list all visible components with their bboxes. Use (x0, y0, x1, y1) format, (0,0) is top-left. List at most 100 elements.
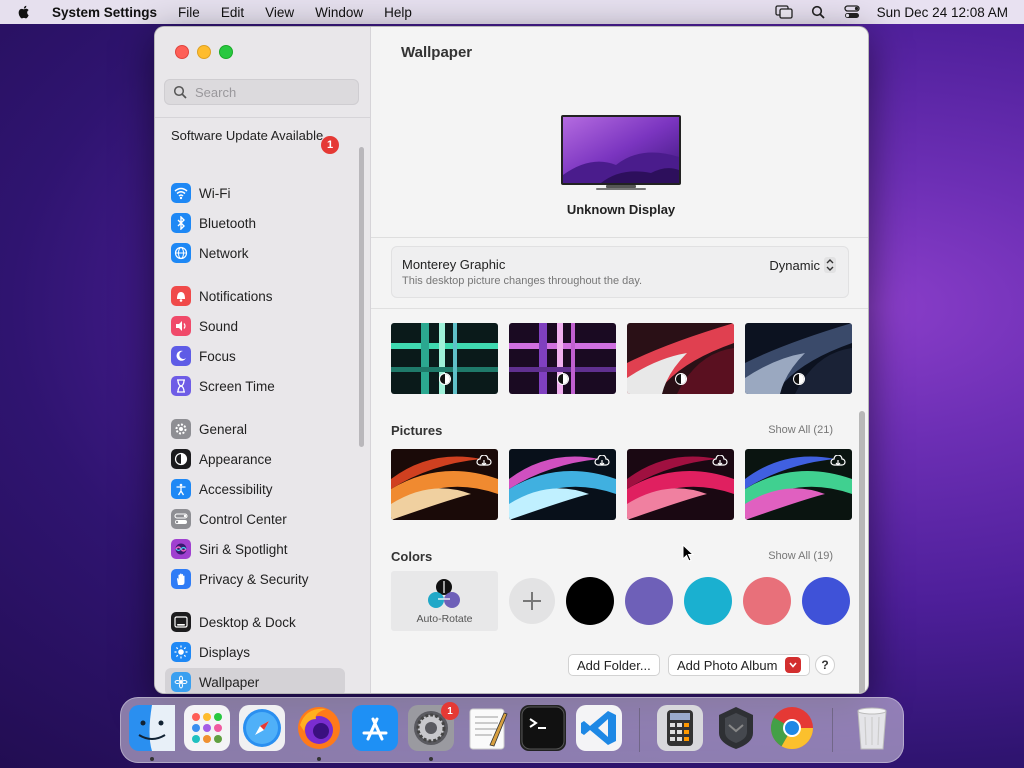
sidebar-item-label: Control Center (199, 511, 287, 527)
sidebar-scrollbar[interactable] (359, 147, 364, 447)
apple-icon[interactable] (16, 4, 32, 20)
add-color-button[interactable] (509, 578, 555, 624)
menu-view[interactable]: View (265, 5, 294, 20)
pictures-row (391, 449, 852, 520)
sidebar-item-wallpaper[interactable]: Wallpaper (165, 668, 345, 693)
zoom-button[interactable] (219, 45, 233, 59)
sidebar-item-label: Privacy & Security (199, 571, 309, 587)
control-center-icon[interactable] (843, 4, 861, 20)
wallpaper-mode-value: Dynamic (769, 257, 820, 273)
chrome-icon[interactable] (769, 705, 815, 751)
dock-divider (832, 708, 833, 752)
download-cloud-icon[interactable] (594, 455, 610, 467)
close-button[interactable] (175, 45, 189, 59)
spotlight-search-icon[interactable] (809, 4, 827, 20)
sidebar-item-label: Notifications (199, 288, 273, 304)
screen-mirroring-icon[interactable] (775, 4, 793, 20)
sun-icon (171, 642, 191, 662)
privacy-app-icon[interactable] (713, 705, 759, 751)
sidebar-item-label: Displays (199, 644, 251, 660)
sidebar-item-bluetooth[interactable]: Bluetooth (165, 209, 345, 237)
colors-section-title: Colors (391, 549, 433, 564)
firefox-icon[interactable] (296, 705, 342, 751)
add-folder-button[interactable]: Add Folder... (568, 654, 660, 676)
auto-rotate-label: Auto-Rotate (416, 613, 473, 625)
sidebar-item-focus[interactable]: Focus (165, 342, 345, 370)
menu-window[interactable]: Window (315, 5, 363, 20)
menu-edit[interactable]: Edit (221, 5, 244, 20)
dynamic-icon (557, 373, 569, 385)
dynamic-icon (439, 373, 451, 385)
pictures-show-all-button[interactable]: Show All (21) (768, 424, 833, 436)
wallpaper-thumb[interactable] (745, 323, 852, 394)
color-swatch-cyan[interactable] (684, 577, 732, 625)
picture-thumb[interactable] (391, 449, 498, 520)
search-icon (173, 85, 187, 99)
menu-clock[interactable]: Sun Dec 24 12:08 AM (877, 5, 1008, 20)
sidebar-item-sound[interactable]: Sound (165, 312, 345, 340)
help-button[interactable]: ? (815, 655, 835, 675)
download-cloud-icon[interactable] (712, 455, 728, 467)
picture-thumb[interactable] (745, 449, 852, 520)
speaker-icon (171, 316, 191, 336)
sidebar-item-control-center[interactable]: Control Center (165, 505, 345, 533)
calculator-icon[interactable] (657, 705, 703, 751)
menu-bar: System Settings File Edit View Window He… (0, 0, 1024, 24)
sidebar-item-label: Network (199, 245, 249, 261)
app-store-icon[interactable] (352, 705, 398, 751)
sidebar-item-accessibility[interactable]: Accessibility (165, 475, 345, 503)
trash-icon[interactable] (849, 705, 895, 751)
main-scrollbar[interactable] (859, 411, 865, 693)
pictures-section-title: Pictures (391, 423, 443, 438)
wallpaper-thumb[interactable] (509, 323, 616, 394)
terminal-icon[interactable] (520, 705, 566, 751)
bluetooth-icon (171, 213, 191, 233)
sidebar-item-screen-time[interactable]: Screen Time (165, 372, 345, 400)
wallpaper-thumb[interactable] (391, 323, 498, 394)
textedit-icon[interactable] (464, 705, 510, 751)
launchpad-icon[interactable] (184, 705, 230, 751)
color-swatch-blue[interactable] (802, 577, 850, 625)
chevron-down-icon (785, 657, 802, 673)
menu-file[interactable]: File (178, 5, 200, 20)
color-swatch-black[interactable] (566, 577, 614, 625)
sidebar-item-network[interactable]: Network (165, 239, 345, 267)
sidebar-item-appearance[interactable]: Appearance (165, 445, 345, 473)
wallpaper-mode-select[interactable]: Dynamic (769, 257, 836, 273)
sidebar-item-notifications[interactable]: Notifications (165, 282, 345, 310)
menu-help[interactable]: Help (384, 5, 412, 20)
colors-show-all-button[interactable]: Show All (19) (768, 550, 833, 562)
running-indicator (429, 757, 433, 761)
hourglass-icon (171, 376, 191, 396)
running-indicator (150, 757, 154, 761)
menu-app-name[interactable]: System Settings (52, 5, 157, 20)
sidebar-item-displays[interactable]: Displays (165, 638, 345, 666)
sidebar-item-general[interactable]: General (165, 415, 345, 443)
wallpaper-description: This desktop picture changes throughout … (402, 275, 643, 287)
download-cloud-icon[interactable] (830, 455, 846, 467)
minimize-button[interactable] (197, 45, 211, 59)
search-field[interactable] (164, 79, 359, 105)
safari-icon[interactable] (239, 705, 285, 751)
add-photo-album-button[interactable]: Add Photo Album (668, 654, 811, 676)
gear-icon (171, 419, 191, 439)
wallpaper-thumb[interactable] (627, 323, 734, 394)
picture-thumb[interactable] (509, 449, 616, 520)
page-title: Wallpaper (401, 44, 473, 61)
picture-thumb[interactable] (627, 449, 734, 520)
vscode-icon[interactable] (576, 705, 622, 751)
auto-rotate-tile[interactable]: Auto-Rotate (391, 571, 498, 631)
search-input[interactable] (193, 83, 357, 101)
sidebar-item-siri-and-spotlight[interactable]: Siri & Spotlight (165, 535, 345, 563)
color-swatch-purple[interactable] (625, 577, 673, 625)
sidebar-item-desktop-and-dock[interactable]: Desktop & Dock (165, 608, 345, 636)
dock: 1 (120, 697, 904, 763)
sidebar-item-wi-fi[interactable]: Wi-Fi (165, 179, 345, 207)
finder-icon[interactable] (129, 705, 175, 751)
sidebar-item-privacy-and-security[interactable]: Privacy & Security (165, 565, 345, 593)
color-swatch-pink[interactable] (743, 577, 791, 625)
display-preview (561, 115, 681, 190)
download-cloud-icon[interactable] (476, 455, 492, 467)
accessibility-icon (171, 479, 191, 499)
sidebar-item-label: Appearance (199, 451, 272, 467)
